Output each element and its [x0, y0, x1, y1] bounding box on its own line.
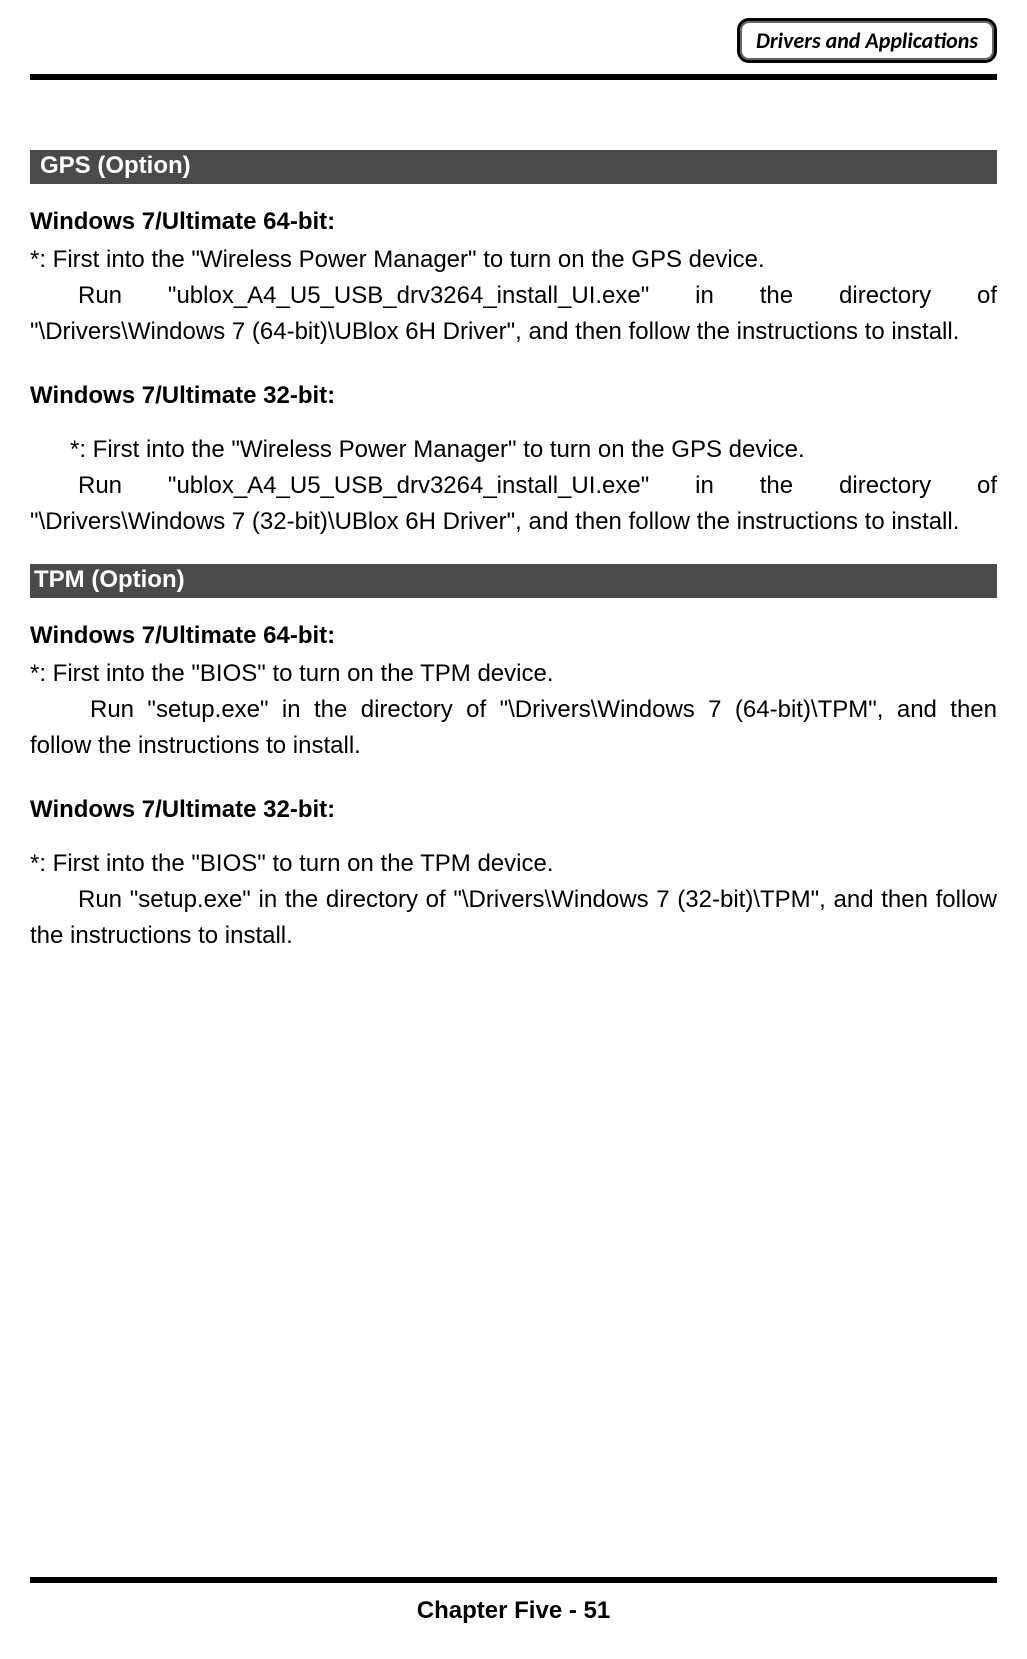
tpm-win64-body: Run "setup.exe" in the directory of "\Dr… — [30, 692, 997, 764]
page-header: Drivers and Applications — [30, 18, 997, 63]
bottom-rule — [30, 1577, 997, 1583]
tpm-win32-body: Run "setup.exe" in the directory of "\Dr… — [30, 882, 997, 954]
header-badge: Drivers and Applications — [737, 18, 997, 63]
tpm-win32-heading: Windows 7/Ultimate 32-bit: — [30, 796, 997, 824]
gps-win32-heading: Windows 7/Ultimate 32-bit: — [30, 382, 997, 410]
gps-win32-line-a: Run "ublox_A4_U5_USB_drv3264_install_UI.… — [30, 468, 997, 504]
tpm-win32-note: *: First into the "BIOS" to turn on the … — [30, 846, 997, 882]
tpm-win64-note: *: First into the "BIOS" to turn on the … — [30, 656, 997, 692]
tpm-win64-heading: Windows 7/Ultimate 64-bit: — [30, 622, 997, 650]
gps-win64-line-b: "\Drivers\Windows 7 (64-bit)\UBlox 6H Dr… — [30, 314, 997, 350]
gps-win64-heading: Windows 7/Ultimate 64-bit: — [30, 208, 997, 236]
section-title-tpm: TPM (Option) — [30, 564, 997, 598]
gps-win32-line-b: "\Drivers\Windows 7 (32-bit)\UBlox 6H Dr… — [30, 504, 997, 540]
content-area: GPS (Option) Windows 7/Ultimate 64-bit: … — [30, 150, 997, 954]
section-title-gps: GPS (Option) — [30, 150, 997, 184]
gps-win32-note: *: First into the "Wireless Power Manage… — [30, 432, 997, 468]
gps-win64-note: *: First into the "Wireless Power Manage… — [30, 242, 997, 278]
top-rule — [30, 74, 997, 80]
gps-win64-line-a: Run "ublox_A4_U5_USB_drv3264_install_UI.… — [30, 278, 997, 314]
page-footer: Chapter Five - 51 — [0, 1597, 1027, 1625]
